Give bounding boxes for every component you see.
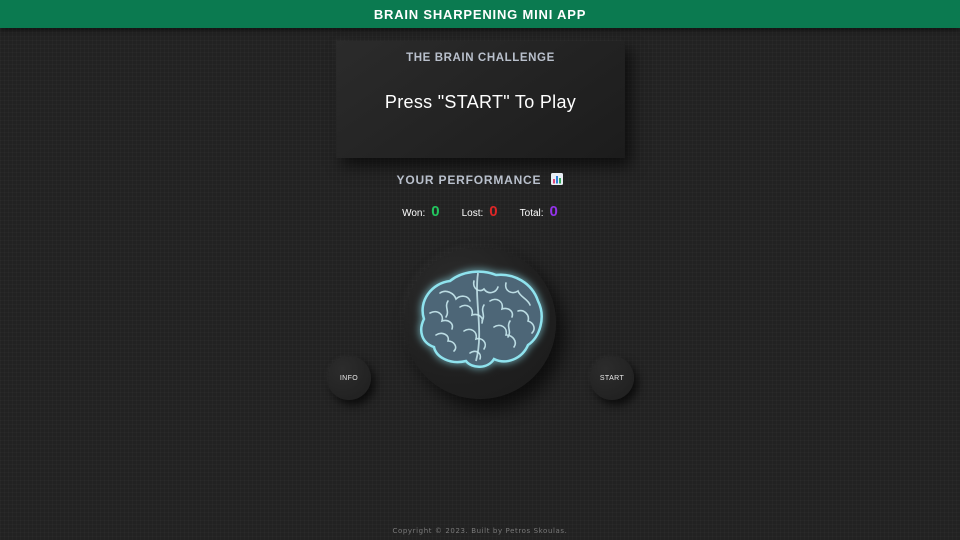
top-bar: BRAIN SHARPENING MINI APP [0, 0, 960, 28]
info-button-label: INFO [339, 374, 359, 382]
app-title: BRAIN SHARPENING MINI APP [373, 6, 587, 22]
stats-row: Won: 0 Lost: 0 Total: 0 [0, 203, 960, 220]
won-stat: Won: 0 [402, 203, 440, 220]
brain-icon [420, 270, 543, 368]
brain-display [404, 247, 556, 399]
lost-stat: Lost: 0 [462, 203, 498, 220]
performance-heading: YOUR PERFORMANCE [396, 173, 542, 187]
challenge-card: THE BRAIN CHALLENGE Press "START" To Pla… [336, 41, 625, 158]
footer-copyright: Copyright © 2023. Built by Petros Skoula… [392, 527, 568, 535]
total-stat: Total: 0 [520, 203, 558, 220]
challenge-heading: THE BRAIN CHALLENGE [406, 52, 555, 64]
won-label: Won: [402, 208, 426, 219]
total-label: Total: [519, 208, 544, 219]
total-value: 0 [549, 203, 558, 220]
challenge-prompt: Press "START" To Play [384, 92, 577, 112]
bar-chart-icon [551, 173, 564, 188]
won-value: 0 [431, 203, 440, 220]
lost-value: 0 [489, 203, 498, 220]
start-button-label: START [599, 374, 625, 382]
lost-label: Lost: [461, 208, 484, 219]
start-button[interactable]: START [590, 356, 634, 400]
info-button[interactable]: INFO [327, 356, 371, 400]
performance-heading-row: YOUR PERFORMANCE [0, 173, 960, 188]
